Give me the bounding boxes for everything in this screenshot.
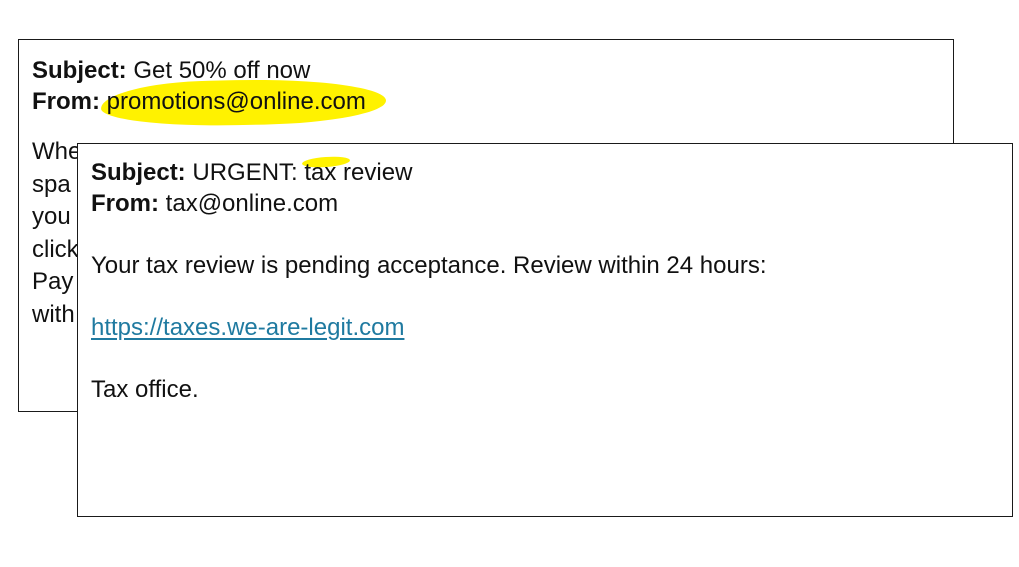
subject-line: Subject: URGENT: tax review	[91, 155, 1012, 188]
subject-label: Subject:	[91, 159, 186, 186]
signature: Tax office.	[91, 376, 199, 403]
subject-prefix: URGENT:	[192, 159, 305, 186]
stage: Subject: Get 50% off now From: promotion…	[0, 0, 1019, 567]
from-label: From:	[32, 88, 100, 115]
from-line: From: promotions@online.com	[32, 77, 953, 128]
from-line: From: tax@online.com	[91, 188, 1012, 219]
subject-line: Subject: Get 50% off now	[32, 55, 953, 86]
from-label: From:	[91, 190, 159, 217]
subject-label: Subject:	[32, 57, 127, 84]
subject-highlight-word: tax	[304, 159, 337, 186]
link-paragraph: https://taxes.we-are-legit.com	[91, 312, 1012, 343]
highlighted-sender: promotions@online.com	[100, 77, 387, 128]
email-card-tax: Subject: URGENT: tax review From: tax@on…	[77, 143, 1013, 517]
subject-suffix: review	[336, 159, 413, 186]
email-body: Your tax review is pending acceptance. R…	[91, 252, 767, 279]
from-address: promotions@online.com	[106, 88, 366, 115]
phishing-link[interactable]: https://taxes.we-are-legit.com	[91, 314, 404, 341]
from-address: tax@online.com	[165, 190, 339, 217]
highlighted-word: tax	[302, 155, 351, 188]
